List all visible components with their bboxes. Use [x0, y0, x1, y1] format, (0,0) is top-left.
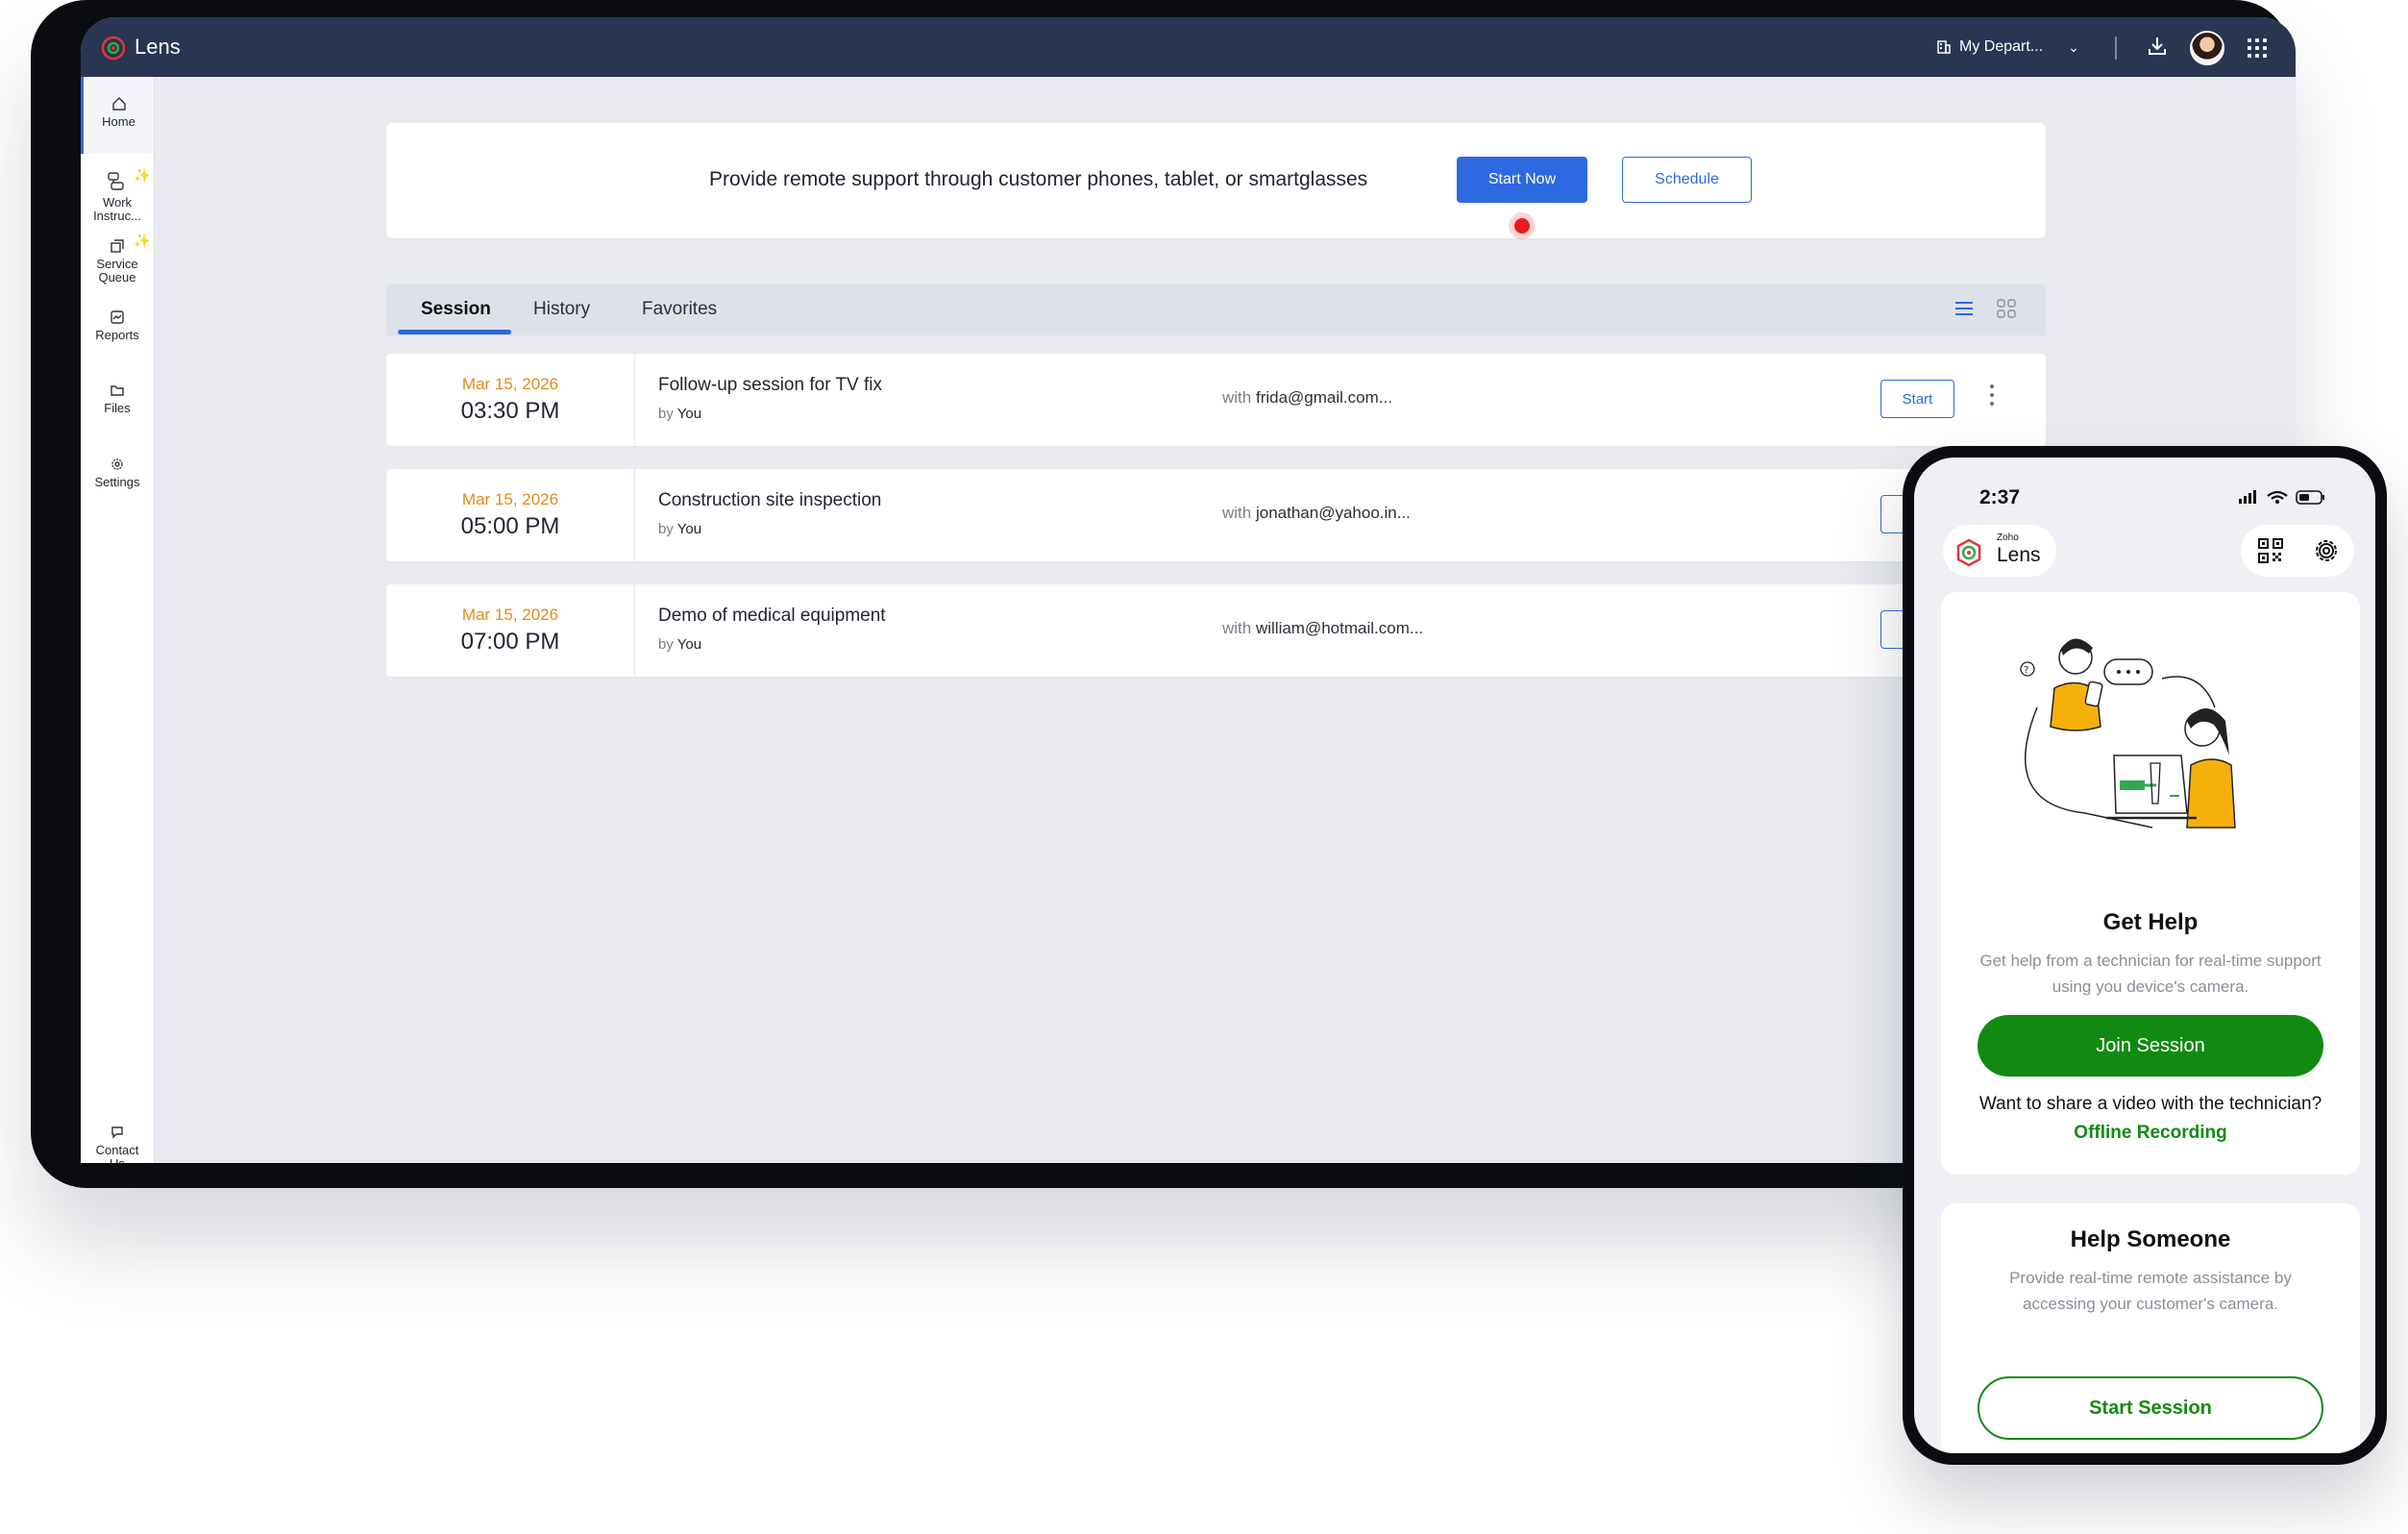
logo-small-text: Zoho: [1997, 532, 2019, 543]
session-participant: with jonathan@yahoo.in...: [1222, 504, 1411, 522]
sparkle-icon: ✨: [134, 233, 151, 248]
sidebar-item-reports[interactable]: Reports: [81, 309, 154, 342]
active-tab-indicator: [398, 330, 511, 334]
session-row[interactable]: Mar 15, 2026 07:00 PM Demo of medical eq…: [386, 584, 2046, 677]
gear-icon: [111, 458, 123, 470]
reports-icon: [111, 310, 124, 324]
session-row[interactable]: Mar 15, 2026 03:30 PM Follow-up session …: [386, 354, 2046, 446]
get-help-card: ? Get Help Get help from a technician fo…: [1941, 592, 2360, 1175]
mobile-app-screen: 2:37 Zoho Lens ? Get Help Get help from …: [1914, 458, 2375, 1453]
department-label: My Depart...: [1959, 38, 2044, 55]
download-icon[interactable]: [2147, 35, 2168, 58]
session-title: Follow-up session for TV fix: [658, 375, 883, 395]
chevron-down-icon: ⌄: [2068, 38, 2079, 55]
get-help-title: Get Help: [2102, 909, 2199, 935]
session-date-cell: Mar 15, 2026 05:00 PM: [386, 469, 635, 561]
session-date: Mar 15, 2026: [461, 606, 559, 624]
banner-text: Provide remote support through customer …: [709, 168, 1368, 190]
topbar-divider: [2115, 37, 2117, 60]
recording-indicator: [1514, 218, 1530, 234]
sidebar: Home Work Instruc... ✨ Service Queue ✨ R…: [81, 77, 155, 1163]
offline-recording-link[interactable]: Offline Recording: [1941, 1123, 2360, 1144]
sidebar-item-label: Home: [102, 114, 135, 129]
sidebar-item-label: Service Queue: [96, 257, 138, 285]
session-owner: by You: [658, 636, 702, 653]
contact-icon: [111, 1126, 123, 1139]
start-session-button[interactable]: Start: [1880, 380, 1954, 418]
status-icons: [2239, 490, 2324, 505]
join-session-button[interactable]: Join Session: [1978, 1015, 2323, 1076]
tab-session[interactable]: Session: [421, 299, 491, 320]
session-tabs: Session History Favorites: [386, 284, 2046, 335]
qr-code-icon[interactable]: [2258, 538, 2283, 563]
session-row[interactable]: Mar 15, 2026 05:00 PM Construction site …: [386, 469, 2046, 561]
help-someone-title: Help Someone: [2070, 1226, 2231, 1252]
sparkle-icon: ✨: [134, 167, 151, 183]
folder-icon: [111, 385, 124, 396]
header-actions: [2241, 525, 2354, 577]
session-owner: by You: [658, 406, 702, 422]
list-view-icon[interactable]: [1954, 301, 1974, 316]
session-title: Construction site inspection: [658, 490, 882, 510]
tab-favorites[interactable]: Favorites: [642, 299, 717, 320]
sidebar-item-files[interactable]: Files: [81, 383, 154, 415]
session-time: 03:30 PM: [460, 398, 560, 424]
get-help-description: Get help from a technician for real-time…: [1979, 952, 2322, 996]
phone-frame: 2:37 Zoho Lens ? Get Help Get help from …: [1903, 446, 2387, 1465]
session-participant: with frida@gmail.com...: [1222, 388, 1392, 407]
home-icon: [111, 97, 126, 111]
sidebar-item-settings[interactable]: Settings: [81, 457, 154, 489]
session-participant: with william@hotmail.com...: [1222, 619, 1424, 637]
remote-support-banner: Provide remote support through customer …: [386, 123, 2046, 238]
logo-big-text: Lens: [1997, 544, 2041, 566]
session-date: Mar 15, 2026: [461, 490, 559, 508]
sidebar-item-label: Reports: [95, 328, 139, 342]
app-name: Lens: [135, 35, 181, 59]
user-avatar[interactable]: [2190, 31, 2224, 65]
app-grid-icon[interactable]: [2248, 38, 2267, 58]
top-bar: Lens My Depart... ⌄: [81, 17, 2296, 77]
lens-logo-icon: [101, 36, 126, 61]
start-now-button[interactable]: Start Now: [1457, 157, 1587, 203]
session-time: 05:00 PM: [460, 513, 560, 539]
service-queue-icon: [111, 239, 124, 253]
building-icon: [1937, 40, 1951, 54]
sidebar-item-contact-us[interactable]: Contact Us: [81, 1125, 154, 1163]
help-someone-description: Provide real-time remote assistance by a…: [2009, 1269, 2292, 1313]
start-session-button[interactable]: Start Session: [1978, 1376, 2323, 1440]
lens-logo-icon: [1956, 538, 1981, 567]
help-someone-card: Help Someone Provide real-time remote as…: [1941, 1203, 2360, 1453]
department-selector[interactable]: My Depart... ⌄: [1936, 38, 2079, 56]
share-video-question: Want to share a video with the technicia…: [1978, 1094, 2322, 1114]
schedule-button[interactable]: Schedule: [1622, 157, 1752, 203]
work-instructions-icon: [108, 172, 124, 190]
gear-icon[interactable]: [2312, 536, 2341, 565]
remote-support-illustration: ?: [2020, 638, 2236, 829]
svg-text:?: ?: [2024, 665, 2028, 676]
grid-view-icon[interactable]: [1997, 299, 2016, 318]
session-title: Demo of medical equipment: [658, 606, 886, 626]
tab-history[interactable]: History: [533, 299, 590, 320]
zoho-lens-logo: Zoho Lens: [1943, 525, 2056, 577]
sidebar-item-label: Settings: [94, 475, 140, 489]
session-date-cell: Mar 15, 2026 03:30 PM: [386, 354, 635, 446]
sidebar-item-label: Contact Us: [95, 1143, 139, 1164]
session-owner: by You: [658, 521, 702, 537]
session-time: 07:00 PM: [460, 629, 560, 655]
sidebar-item-label: Files: [104, 401, 131, 415]
session-date-cell: Mar 15, 2026 07:00 PM: [386, 584, 635, 677]
more-options-icon[interactable]: [1989, 384, 1995, 408]
session-date: Mar 15, 2026: [461, 375, 559, 393]
sidebar-item-home[interactable]: Home: [81, 77, 154, 154]
sidebar-item-label: Work Instruc...: [93, 195, 141, 223]
status-time: 2:37: [1979, 486, 2021, 508]
